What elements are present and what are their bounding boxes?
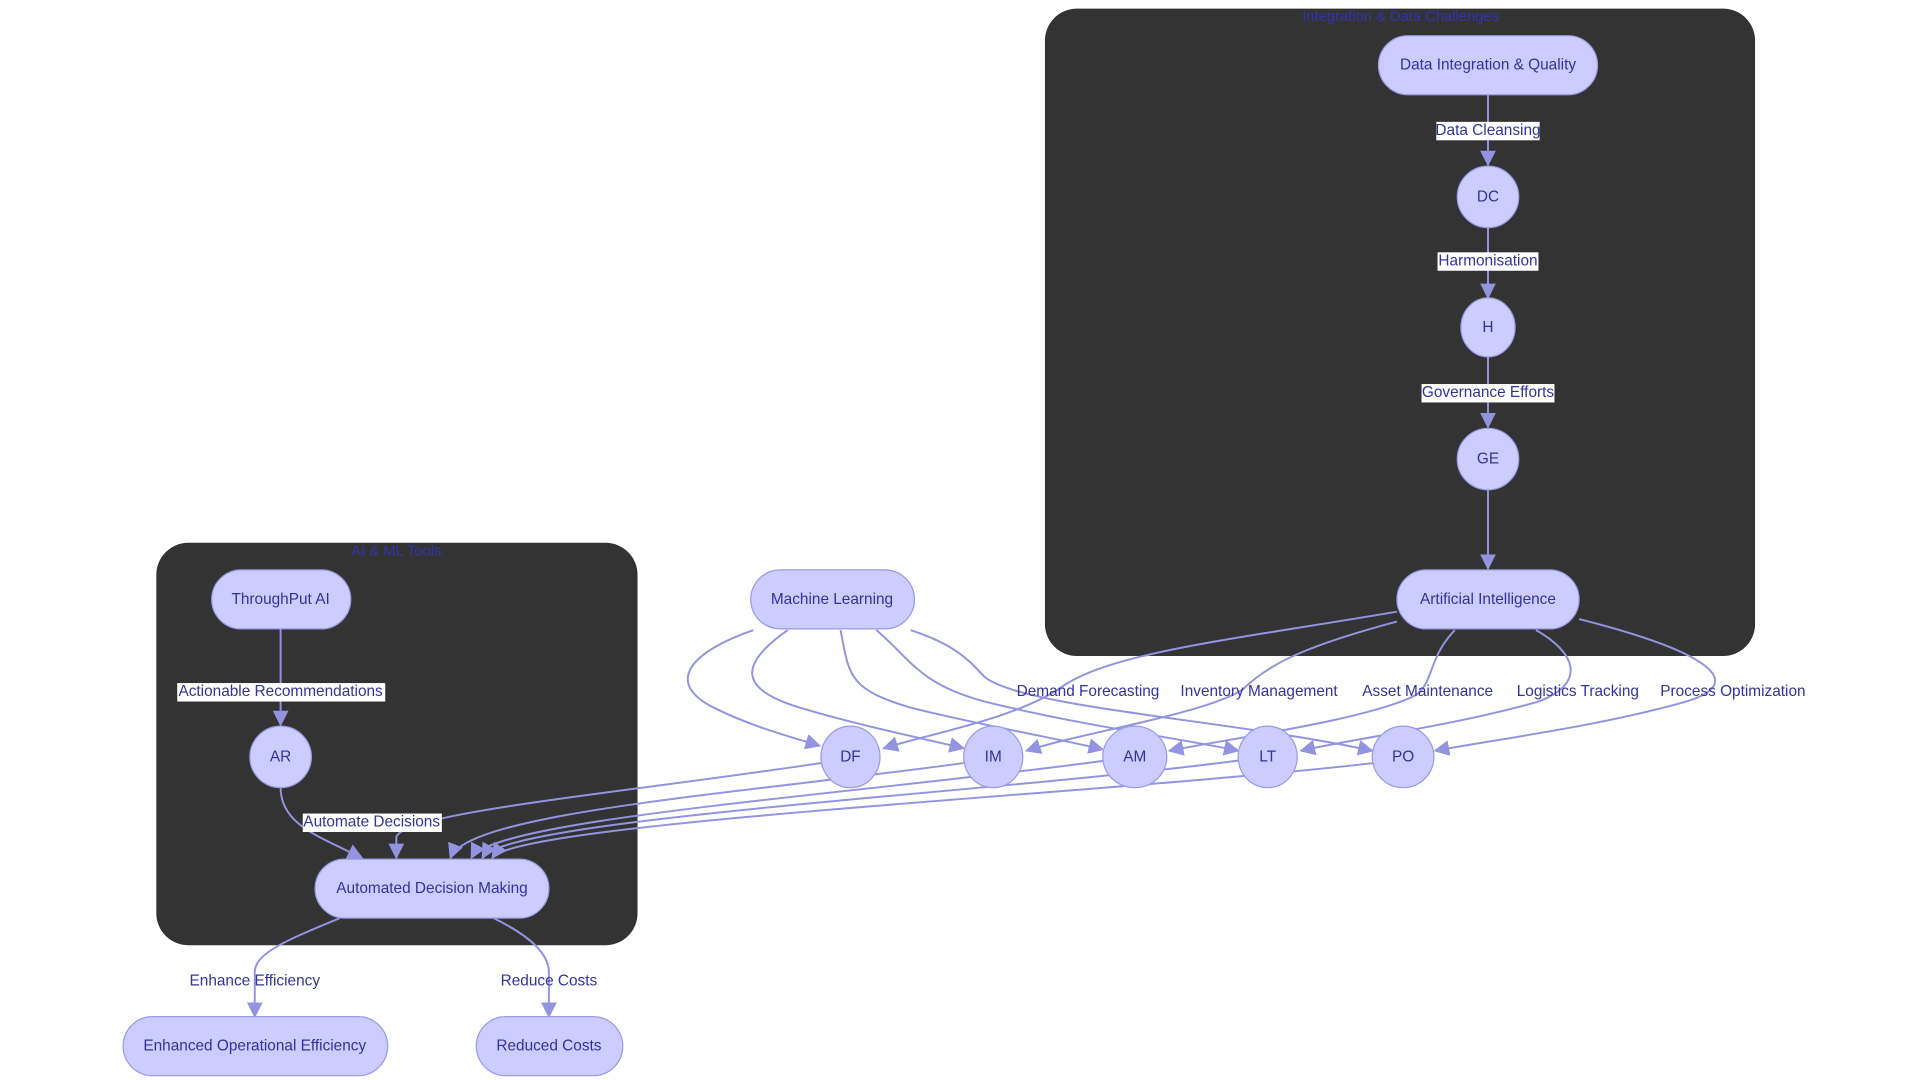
edge-label: Automate Decisions bbox=[303, 814, 440, 831]
svg-text:Automated Decision Making: Automated Decision Making bbox=[336, 880, 527, 897]
svg-text:IM: IM bbox=[985, 748, 1002, 765]
node-reduced-costs[interactable]: Reduced Costs bbox=[475, 1016, 624, 1077]
svg-text:GE: GE bbox=[1477, 451, 1499, 468]
svg-text:Artificial Intelligence: Artificial Intelligence bbox=[1420, 591, 1556, 608]
svg-text:Enhanced Operational Efficienc: Enhanced Operational Efficiency bbox=[143, 1038, 366, 1055]
edge-ml-df bbox=[686, 629, 822, 750]
node-h[interactable]: H bbox=[1460, 297, 1516, 358]
node-throughput-ai[interactable]: ThroughPut AI bbox=[211, 569, 352, 630]
flowchart: Integration & Data Challenges AI & ML To… bbox=[122, 8, 1806, 1077]
edge-label: Harmonisation bbox=[1438, 252, 1537, 269]
edge-label: Governance Efforts bbox=[1422, 384, 1554, 401]
node-machine-learning[interactable]: Machine Learning bbox=[750, 569, 916, 630]
edge-label: Actionable Recommendations bbox=[178, 683, 383, 700]
edge-label: Inventory Management bbox=[1180, 683, 1338, 700]
node-automated-decision-making[interactable]: Automated Decision Making bbox=[314, 858, 550, 919]
edge-label: Enhance Efficiency bbox=[190, 972, 321, 989]
node-artificial-intelligence[interactable]: Artificial Intelligence bbox=[1396, 569, 1580, 630]
svg-text:AR: AR bbox=[270, 748, 291, 765]
svg-text:H: H bbox=[1482, 319, 1493, 336]
svg-text:Reduced Costs: Reduced Costs bbox=[496, 1038, 601, 1055]
cluster-integration: Integration & Data Challenges bbox=[1044, 8, 1756, 657]
svg-text:LT: LT bbox=[1259, 748, 1276, 765]
node-po[interactable]: PO bbox=[1371, 725, 1435, 789]
edge-label: Asset Maintenance bbox=[1362, 683, 1493, 700]
edge-label: Reduce Costs bbox=[501, 972, 598, 989]
svg-text:PO: PO bbox=[1392, 748, 1414, 765]
cluster-title: AI & ML Tools bbox=[351, 543, 441, 559]
node-ar[interactable]: AR bbox=[249, 725, 312, 789]
node-am[interactable]: AM bbox=[1102, 725, 1168, 789]
svg-text:AM: AM bbox=[1123, 748, 1146, 765]
edge-label: Demand Forecasting bbox=[1017, 683, 1160, 700]
node-im[interactable]: IM bbox=[963, 725, 1024, 789]
node-enhanced-efficiency[interactable]: Enhanced Operational Efficiency bbox=[122, 1016, 389, 1077]
svg-text:Machine Learning: Machine Learning bbox=[771, 591, 893, 608]
node-lt[interactable]: LT bbox=[1237, 725, 1298, 789]
node-ge[interactable]: GE bbox=[1456, 427, 1520, 491]
svg-text:DF: DF bbox=[840, 748, 861, 765]
edge-label: Logistics Tracking bbox=[1517, 683, 1639, 700]
node-data-integration[interactable]: Data Integration & Quality bbox=[1377, 35, 1599, 96]
edge-label: Data Cleansing bbox=[1435, 122, 1540, 139]
svg-text:DC: DC bbox=[1477, 188, 1499, 205]
node-df[interactable]: DF bbox=[820, 725, 881, 789]
svg-text:Data Integration & Quality: Data Integration & Quality bbox=[1400, 57, 1576, 74]
edge-label: Process Optimization bbox=[1660, 683, 1805, 700]
cluster-title: Integration & Data Challenges bbox=[1302, 9, 1499, 25]
node-dc[interactable]: DC bbox=[1456, 165, 1520, 229]
svg-text:ThroughPut AI: ThroughPut AI bbox=[231, 591, 329, 608]
